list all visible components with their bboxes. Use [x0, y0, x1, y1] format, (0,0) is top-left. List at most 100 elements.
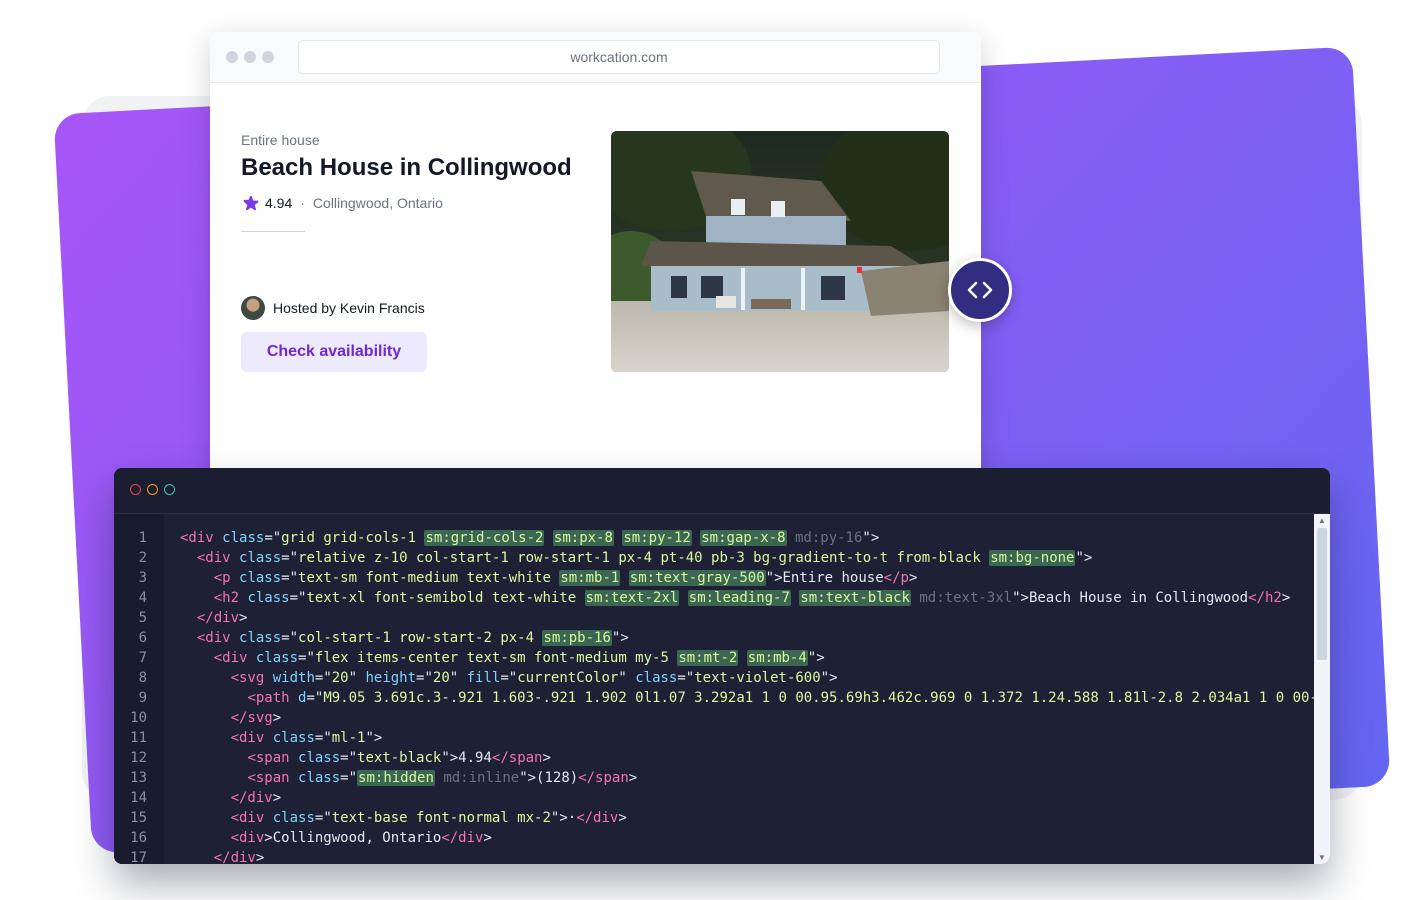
code-line[interactable]: <svg width="20" height="20" fill="curren… — [180, 668, 838, 688]
address-bar[interactable]: workcation.com — [298, 40, 940, 74]
editor-body[interactable]: 1 2 3 4 5 6 7 8 9 10 11 12 13 14 15 16 17 <div class="gr… — [114, 514, 1330, 864]
line-number-gutter: 1 2 3 4 5 6 7 8 9 10 11 12 13 14 15 16 17 — [114, 514, 164, 864]
separator-dot: · — [300, 195, 305, 211]
code-token: sm:text-gray-500 — [628, 570, 766, 586]
code-token: > — [908, 570, 918, 586]
editor-scrollbar[interactable]: ▲ ▼ — [1314, 514, 1330, 864]
code-line[interactable]: <div>Collingwood, Ontario</div> — [180, 828, 492, 848]
editor-titlebar — [114, 468, 1330, 514]
code-token: sm:text-2xl — [584, 590, 680, 606]
code-lines[interactable]: <div class="grid grid-cols-1 sm:grid-col… — [180, 514, 1314, 864]
code-token: text-base font-normal mx-2 — [331, 810, 551, 826]
code-token: =" — [677, 670, 695, 686]
code-token: > — [542, 750, 551, 766]
line-number: 9 — [138, 690, 147, 706]
code-token: > — [272, 790, 282, 806]
code-token: flex items-center text-sm font-medium my… — [314, 650, 678, 666]
code-token: sm:gap-x-8 — [700, 530, 787, 546]
code-line[interactable]: <path d="M9.05 3.691c.3-.921 1.603-.921 … — [180, 688, 1314, 708]
code-token: ml-1 — [331, 730, 366, 746]
code-line[interactable]: </div> — [180, 848, 265, 864]
line-number: 13 — [130, 770, 147, 786]
code-token: class — [272, 810, 315, 826]
code-line[interactable]: </div> — [180, 788, 282, 808]
window-dot-maximize[interactable] — [262, 51, 274, 63]
code-token: <div — [213, 650, 256, 666]
code-token: <svg — [230, 670, 273, 686]
editor-minimize-dot[interactable] — [147, 484, 158, 495]
code-token: sm:hidden — [357, 770, 435, 786]
browser-window: workcation.com Entire house Beach House … — [210, 32, 981, 532]
code-token: sm:bg-none — [989, 550, 1076, 566]
code-token: text-xl font-semibold text-white — [306, 590, 585, 606]
host-text: Hosted by Kevin Francis — [273, 300, 425, 316]
code-line[interactable]: <span class="text-black">4.94</span> — [180, 748, 551, 768]
code-token: > — [618, 810, 627, 826]
line-number: 8 — [138, 670, 147, 686]
code-token: class — [222, 530, 265, 546]
scroll-down-icon[interactable]: ▼ — [1318, 853, 1326, 862]
code-token: </div — [213, 850, 256, 864]
window-dot-minimize[interactable] — [244, 51, 256, 63]
code-line[interactable]: </div> — [180, 608, 248, 628]
code-line[interactable]: <div class="col-start-1 row-start-2 px-4… — [180, 628, 629, 648]
code-token: <div — [230, 830, 265, 846]
code-token: col-start-1 row-start-2 px-4 — [298, 630, 543, 646]
code-token: width — [272, 670, 315, 686]
code-token: class — [298, 770, 341, 786]
code-token: class — [255, 650, 299, 666]
code-token: class — [239, 630, 282, 646]
code-token: > — [272, 710, 282, 726]
code-line[interactable]: <div class="ml-1"> — [180, 728, 383, 748]
code-token: md:inline — [443, 770, 520, 786]
location-text: Collingwood, Ontario — [312, 195, 443, 211]
code-token: <div — [230, 730, 273, 746]
code-token: class — [272, 730, 315, 746]
code-line[interactable]: <div class="text-base font-normal mx-2">… — [180, 808, 627, 828]
scroll-up-icon[interactable]: ▲ — [1318, 516, 1326, 525]
code-token: class — [298, 750, 341, 766]
editor-close-dot[interactable] — [130, 484, 141, 495]
line-number: 7 — [138, 650, 147, 666]
code-token: </div — [576, 810, 619, 826]
line-number: 3 — [138, 570, 147, 586]
code-line[interactable]: <div class="flex items-center text-sm fo… — [180, 648, 825, 668]
code-token: =" — [340, 770, 358, 786]
check-availability-button[interactable]: Check availability — [241, 332, 427, 372]
code-token: </div — [230, 790, 273, 806]
code-token: class — [239, 570, 282, 586]
code-line[interactable]: <div class="grid grid-cols-1 sm:grid-col… — [180, 528, 879, 548]
divider — [241, 231, 305, 232]
editor-window-controls — [130, 484, 175, 495]
code-line[interactable]: <p class="text-sm font-medium text-white… — [180, 568, 917, 588]
code-line[interactable]: <span class="sm:hidden md:inline">(128)<… — [180, 768, 637, 788]
line-number: 5 — [138, 610, 147, 626]
code-token: "> — [820, 670, 838, 686]
code-line[interactable]: </svg> — [180, 708, 282, 728]
code-line[interactable]: <h2 class="text-xl font-semibold text-wh… — [180, 588, 1290, 608]
rating-row: 4.94 · Collingwood, Ontario — [241, 193, 443, 213]
scroll-thumb[interactable] — [1317, 528, 1327, 660]
line-number: 16 — [130, 830, 147, 846]
editor-maximize-dot[interactable] — [164, 484, 175, 495]
code-toggle-button[interactable] — [948, 258, 1012, 322]
code-token: =" — [289, 590, 307, 606]
code-line[interactable]: <div class="relative z-10 col-start-1 ro… — [180, 548, 1092, 568]
code-token: <span — [247, 750, 299, 766]
window-dot-close[interactable] — [226, 51, 238, 63]
line-number: 4 — [138, 590, 147, 606]
code-token: sm:text-black — [799, 590, 911, 606]
code-token: =" — [264, 530, 282, 546]
